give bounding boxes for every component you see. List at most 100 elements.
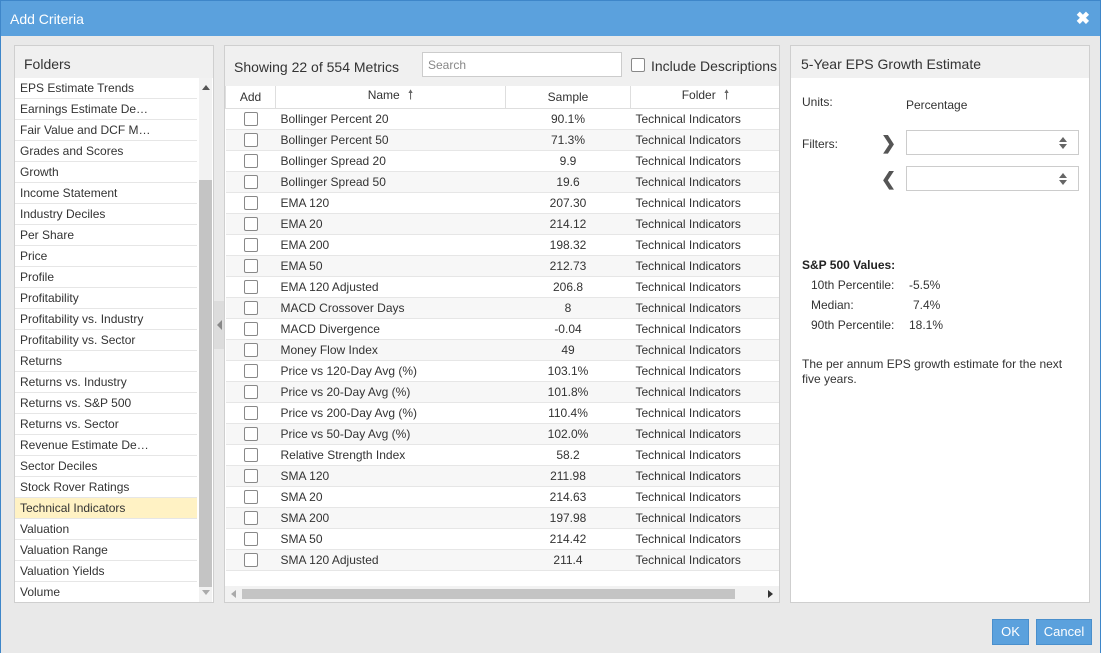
folder-item[interactable]: Profitability vs. Industry <box>15 309 197 330</box>
folder-item[interactable]: Price <box>15 246 197 267</box>
sort-ascending-icon[interactable]: 🠕 <box>408 86 414 108</box>
table-row[interactable]: Bollinger Percent 50 71.3% Technical Indic… <box>225 129 779 151</box>
add-metric-checkbox[interactable] <box>243 469 258 484</box>
folder-item[interactable]: Industry Deciles <box>15 204 197 225</box>
add-metric-checkbox[interactable] <box>243 322 258 337</box>
scrollbar-thumb[interactable] <box>242 589 735 599</box>
table-row[interactable]: Bollinger Percent 20 90.1% Technical Indic… <box>225 108 779 130</box>
table-row[interactable]: Relative Strength Index 58.2 Technical Ind… <box>225 444 779 466</box>
folder-item[interactable]: Valuation Range <box>15 540 197 561</box>
table-row[interactable]: SMA 120 211.98 Technical Indicators <box>225 465 779 487</box>
table-row[interactable]: SMA 20 214.63 Technical Indicators <box>225 486 779 508</box>
folder-item[interactable]: Valuation Yields <box>15 561 197 582</box>
table-row[interactable]: EMA 20 214.12 Technical Indicators <box>225 213 779 235</box>
add-cell <box>225 486 276 508</box>
add-metric-checkbox[interactable] <box>243 133 258 148</box>
collapse-splitter[interactable] <box>214 301 224 349</box>
ok-button[interactable]: OK <box>992 619 1029 645</box>
folder-item[interactable]: Growth <box>15 162 197 183</box>
table-row[interactable]: Price vs 120-Day Avg (%) 103.1% Technical … <box>225 360 779 382</box>
folders-scrollbar[interactable] <box>199 78 212 602</box>
add-metric-checkbox[interactable] <box>243 259 258 274</box>
spinner-icon[interactable] <box>1059 173 1068 185</box>
table-row[interactable]: MACD Crossover Days 8 Technical Indicators <box>225 297 779 319</box>
folder-item[interactable]: Volume <box>15 582 197 602</box>
folder-item[interactable]: Returns vs. Industry <box>15 372 197 393</box>
scroll-right-icon[interactable] <box>768 590 773 598</box>
scroll-down-icon[interactable] <box>202 590 210 595</box>
table-row[interactable]: Price vs 20-Day Avg (%) 101.8% Technical I… <box>225 381 779 403</box>
collapse-left-icon[interactable] <box>217 320 222 330</box>
folder-item[interactable]: Returns vs. Sector <box>15 414 197 435</box>
add-metric-checkbox[interactable] <box>243 406 258 421</box>
add-metric-checkbox[interactable] <box>243 385 258 400</box>
metric-name: EMA 200 <box>275 234 506 256</box>
folder-item[interactable]: Returns <box>15 351 197 372</box>
folder-item[interactable]: Profitability <box>15 288 197 309</box>
folder-item[interactable]: Per Share <box>15 225 197 246</box>
table-row[interactable]: Bollinger Spread 50 19.6 Technical Indicat… <box>225 171 779 193</box>
table-row[interactable]: Price vs 200-Day Avg (%) 110.4% Technical … <box>225 402 779 424</box>
add-metric-checkbox[interactable] <box>243 112 258 127</box>
folder-item[interactable]: Returns vs. S&P 500 <box>15 393 197 414</box>
metric-name: EMA 20 <box>275 213 506 235</box>
scrollbar-thumb[interactable] <box>199 180 212 587</box>
folder-item[interactable]: Sector Deciles <box>15 456 197 477</box>
add-metric-checkbox[interactable] <box>243 448 258 463</box>
folder-item[interactable]: Grades and Scores <box>15 141 197 162</box>
folder-item[interactable]: Fair Value and DCF M… <box>15 120 197 141</box>
table-row[interactable]: Money Flow Index 49 Technical Indicators <box>225 339 779 361</box>
close-icon[interactable]: ✖ <box>1076 9 1090 29</box>
metrics-horizontal-scrollbar[interactable] <box>225 586 779 602</box>
max-filter-select[interactable] <box>906 166 1079 191</box>
spinner-icon[interactable] <box>1059 137 1068 149</box>
add-metric-checkbox[interactable] <box>243 427 258 442</box>
add-metric-checkbox[interactable] <box>243 511 258 526</box>
table-row[interactable]: SMA 120 Adjusted 211.4 Technical Indicator… <box>225 549 779 571</box>
metric-name: Bollinger Percent 50 <box>275 129 506 151</box>
folder-item[interactable]: Revenue Estimate De… <box>15 435 197 456</box>
sort-ascending-icon[interactable]: 🠕 <box>724 86 730 108</box>
folder-item[interactable]: Profitability vs. Sector <box>15 330 197 351</box>
folder-item[interactable]: Income Statement <box>15 183 197 204</box>
add-metric-checkbox[interactable] <box>243 238 258 253</box>
table-row[interactable]: EMA 120 207.30 Technical Indicators <box>225 192 779 214</box>
add-metric-checkbox[interactable] <box>243 364 258 379</box>
add-metric-checkbox[interactable] <box>243 217 258 232</box>
add-metric-checkbox[interactable] <box>243 196 258 211</box>
min-filter-select[interactable] <box>906 130 1079 155</box>
include-descriptions-toggle[interactable]: Include Descriptions <box>631 58 777 74</box>
column-header-add[interactable]: Add <box>225 86 276 109</box>
add-metric-checkbox[interactable] <box>243 343 258 358</box>
folder-item[interactable]: Technical Indicators <box>15 498 197 519</box>
folder-item[interactable]: Earnings Estimate De… <box>15 99 197 120</box>
add-metric-checkbox[interactable] <box>243 154 258 169</box>
add-metric-checkbox[interactable] <box>243 175 258 190</box>
folder-item[interactable]: Valuation <box>15 519 197 540</box>
cancel-button[interactable]: Cancel <box>1036 619 1092 645</box>
add-metric-checkbox[interactable] <box>243 553 258 568</box>
folder-item[interactable]: Profile <box>15 267 197 288</box>
add-metric-checkbox[interactable] <box>243 490 258 505</box>
add-metric-checkbox[interactable] <box>243 280 258 295</box>
column-header-sample[interactable]: Sample <box>505 86 631 109</box>
table-row[interactable]: MACD Divergence -0.04 Technical Indicators <box>225 318 779 340</box>
metric-name: MACD Divergence <box>275 318 506 340</box>
table-row[interactable]: EMA 120 Adjusted 206.8 Technical Indicator… <box>225 276 779 298</box>
add-metric-checkbox[interactable] <box>243 301 258 316</box>
search-input[interactable] <box>422 52 622 77</box>
table-row[interactable]: SMA 50 214.42 Technical Indicators <box>225 528 779 550</box>
scroll-left-icon[interactable] <box>231 590 236 598</box>
folder-item[interactable]: Stock Rover Ratings <box>15 477 197 498</box>
column-header-folder[interactable]: Folder 🠕 <box>630 86 779 109</box>
scroll-up-icon[interactable] <box>202 85 210 90</box>
table-row[interactable]: EMA 200 198.32 Technical Indicators <box>225 234 779 256</box>
folder-item[interactable]: EPS Estimate Trends <box>15 78 197 99</box>
column-header-name[interactable]: Name 🠕 <box>275 86 506 109</box>
include-descriptions-checkbox[interactable] <box>631 58 645 73</box>
table-row[interactable]: Price vs 50-Day Avg (%) 102.0% Technical I… <box>225 423 779 445</box>
table-row[interactable]: Bollinger Spread 20 9.9 Technical Indicato… <box>225 150 779 172</box>
table-row[interactable]: SMA 200 197.98 Technical Indicators <box>225 507 779 529</box>
add-metric-checkbox[interactable] <box>243 532 258 547</box>
table-row[interactable]: EMA 50 212.73 Technical Indicators <box>225 255 779 277</box>
